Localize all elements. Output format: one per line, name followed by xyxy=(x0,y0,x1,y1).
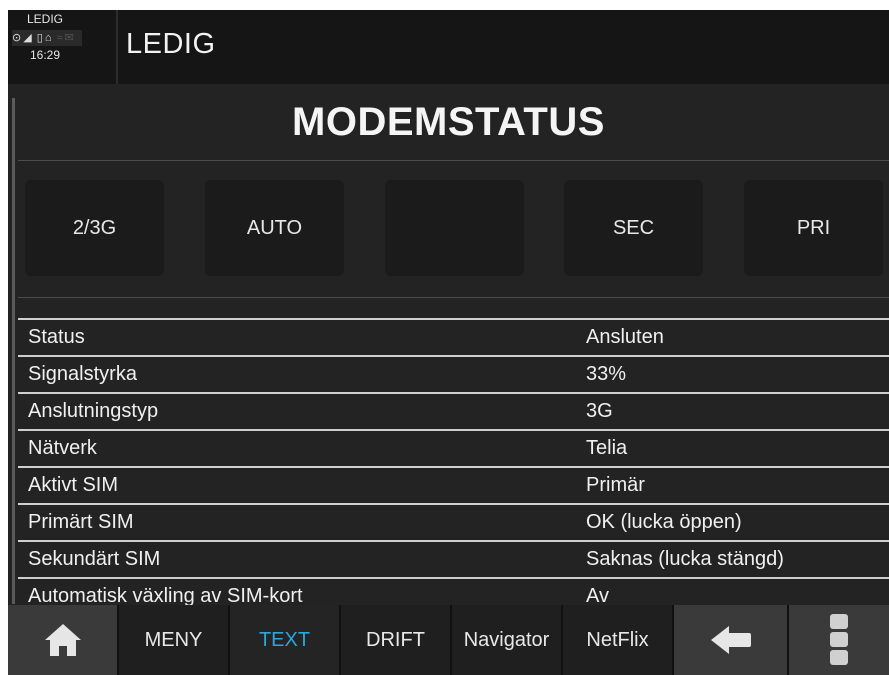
nav-tab-netflix[interactable]: NetFlix xyxy=(563,605,674,675)
home-icon xyxy=(44,624,81,656)
nav-tab-text[interactable]: TEXT xyxy=(230,605,341,675)
status-icons: ⊙ ◢ ▯ ⌂ ≈ ✉ xyxy=(12,30,82,46)
table-row: Anslutningstyp 3G xyxy=(18,392,889,429)
row-label: Status xyxy=(28,326,85,348)
row-label: Nätverk xyxy=(28,437,97,459)
signal-icon: ◢ xyxy=(23,32,32,44)
screen: LEDIG ⊙ ◢ ▯ ⌂ ≈ ✉ 16:29 LEDIG MODEMSTATUS 2… xyxy=(8,10,889,675)
bottom-nav: MENY TEXT DRIFT Navigator NetFlix xyxy=(8,605,889,675)
row-label: Primärt SIM xyxy=(28,511,134,533)
row-label: Anslutningstyp xyxy=(28,400,159,422)
message-icon: ✉ xyxy=(64,32,74,44)
header-title: LEDIG xyxy=(126,28,216,60)
row-value: Telia xyxy=(586,437,628,459)
table-row: Primärt SIM OK (lucka öppen) xyxy=(18,503,889,540)
row-value: Primär xyxy=(586,474,645,496)
row-label: Signalstyrka xyxy=(28,363,137,385)
row-value: 3G xyxy=(586,400,613,422)
mode-button-sec[interactable]: SEC xyxy=(564,180,703,276)
table-row: Aktivt SIM Primär xyxy=(18,466,889,503)
home-button[interactable] xyxy=(8,605,119,675)
status-mode: LEDIG xyxy=(26,12,63,26)
sim-icon: ▯ xyxy=(36,32,43,44)
table-row: Status Ansluten xyxy=(18,318,889,355)
table-row: Sekundärt SIM Saknas (lucka stängd) xyxy=(18,540,889,577)
row-label: Sekundärt SIM xyxy=(28,548,161,570)
nav-tab-meny[interactable]: MENY xyxy=(119,605,230,675)
back-button[interactable] xyxy=(674,605,789,675)
mode-button-23g[interactable]: 2/3G xyxy=(25,180,164,276)
buttons-divider xyxy=(18,297,889,298)
table-row: Nätverk Telia xyxy=(18,429,889,466)
more-button[interactable] xyxy=(789,605,889,675)
nav-tab-drift[interactable]: DRIFT xyxy=(341,605,452,675)
gps-icon: ⊙ xyxy=(12,32,22,44)
row-value: OK (lucka öppen) xyxy=(586,511,742,533)
mode-button-auto[interactable]: AUTO xyxy=(205,180,344,276)
title-divider xyxy=(18,160,889,161)
mode-button-empty xyxy=(385,180,524,276)
nav-tab-navigator[interactable]: Navigator xyxy=(452,605,563,675)
more-vertical-icon xyxy=(830,614,848,665)
row-value: Ansluten xyxy=(586,326,664,348)
scroll-indicator xyxy=(12,98,15,604)
status-time: 16:29 xyxy=(29,48,61,62)
vehicle-icon: ⌂ xyxy=(44,32,52,44)
row-label: Aktivt SIM xyxy=(28,474,119,496)
table-row: Signalstyrka 33% xyxy=(18,355,889,392)
status-panel[interactable]: LEDIG ⊙ ◢ ▯ ⌂ ≈ ✉ 16:29 xyxy=(8,10,118,84)
back-arrow-icon xyxy=(710,626,751,654)
row-value: 33% xyxy=(586,363,627,385)
wifi-icon: ≈ xyxy=(56,32,63,44)
row-value: Saknas (lucka stängd) xyxy=(586,548,784,570)
mode-button-pri[interactable]: PRI xyxy=(744,180,883,276)
top-bar: LEDIG ⊙ ◢ ▯ ⌂ ≈ ✉ 16:29 LEDIG xyxy=(8,10,889,84)
page-title: MODEMSTATUS xyxy=(292,100,605,144)
